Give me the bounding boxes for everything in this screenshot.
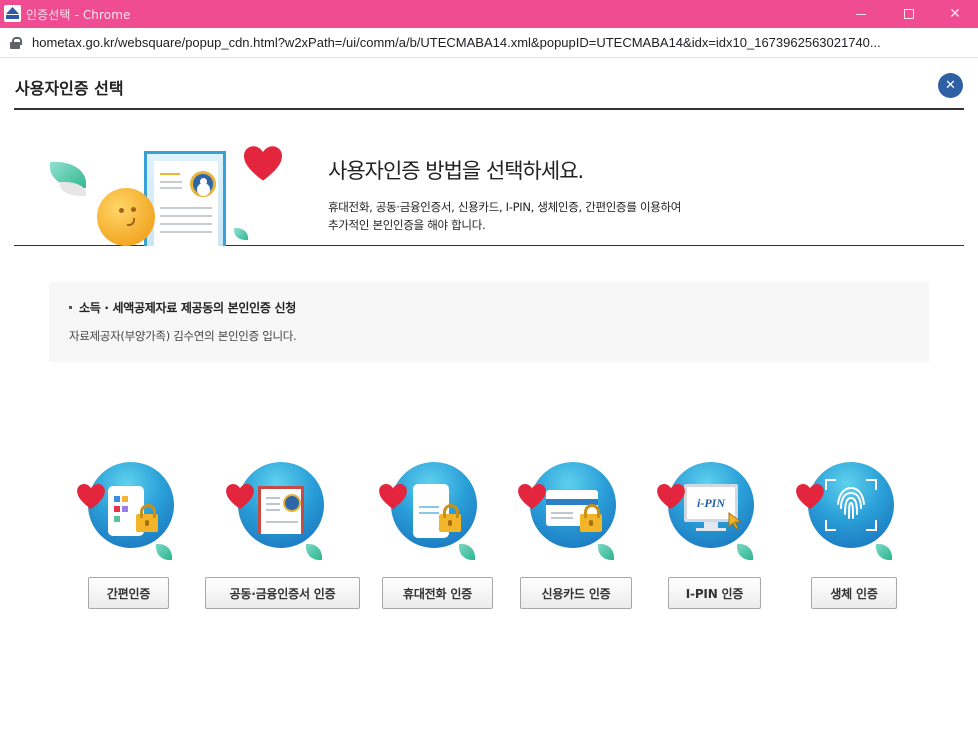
leaf-icon	[459, 544, 475, 560]
popup-title: 사용자인증 선택	[15, 79, 124, 98]
profile-photo-icon	[190, 171, 216, 197]
leaf-icon	[876, 544, 892, 560]
maximize-button[interactable]	[886, 0, 932, 28]
padlock-icon	[580, 504, 602, 532]
lock-icon[interactable]	[10, 37, 22, 49]
certificate-auth-button[interactable]: 공동·금융인증서 인증	[205, 577, 360, 609]
ipin-icon-text: i-PIN	[697, 495, 725, 510]
window-title: 인증선택 - Chrome	[26, 8, 131, 22]
banner-desc-line1: 휴대전화, 공동·금융인증서, 신용카드, I-PIN, 생체인증, 간편인증를…	[328, 200, 682, 214]
maximize-icon	[904, 9, 914, 19]
minimize-icon	[856, 13, 866, 15]
banner-description: 휴대전화, 공동·금융인증서, 신용카드, I-PIN, 생체인증, 간편인증를…	[328, 198, 681, 234]
leaf-icon	[306, 544, 322, 560]
window-titlebar: 인증선택 - Chrome ✕	[0, 0, 978, 28]
leaf-icon	[234, 228, 248, 240]
heart-icon	[657, 484, 685, 510]
leaf-icon	[156, 544, 172, 560]
banner-illustration	[50, 140, 290, 246]
cursor-icon	[728, 512, 742, 530]
banner-desc-line2: 추가적인 본인인증을 해야 합니다.	[328, 218, 486, 232]
credit-card-auth-button[interactable]: 신용카드 인증	[520, 577, 632, 609]
simple-auth-button[interactable]: 간편인증	[88, 577, 169, 609]
heart-icon	[244, 146, 282, 181]
minimize-button[interactable]	[838, 0, 884, 28]
ipin-auth-button[interactable]: I-PIN 인증	[668, 577, 761, 609]
banner: 사용자인증 방법을 선택하세요. 휴대전화, 공동·금융인증서, 신용카드, I…	[14, 110, 964, 246]
info-text: 자료제공자(부양가족) 김수연의 본인인증 입니다.	[69, 329, 297, 343]
info-title: 소득 · 세액공제자료 제공동의 본인인증 신청	[79, 301, 296, 315]
biometric-auth-button[interactable]: 생체 인증	[811, 577, 897, 609]
hometax-app-icon	[4, 5, 21, 22]
leaf-icon	[598, 544, 614, 560]
mobile-auth-button[interactable]: 휴대전화 인증	[382, 577, 493, 609]
heart-icon	[796, 484, 824, 510]
heart-icon	[379, 484, 407, 510]
info-box: 소득 · 세액공제자료 제공동의 본인인증 신청 자료제공자(부양가족) 김수연…	[49, 282, 929, 362]
address-bar[interactable]: hometax.go.kr/websquare/popup_cdn.html?w…	[0, 28, 978, 58]
document-icon	[144, 151, 226, 246]
leaf-icon	[737, 544, 753, 560]
smiley-face-icon	[97, 188, 155, 246]
url-text[interactable]: hometax.go.kr/websquare/popup_cdn.html?w…	[32, 35, 962, 50]
padlock-icon	[136, 504, 158, 532]
heart-icon	[518, 484, 546, 510]
padlock-icon	[439, 504, 461, 532]
popup-close-button[interactable]: ✕	[938, 73, 963, 98]
bullet-icon	[69, 306, 72, 309]
heart-icon	[77, 484, 105, 510]
banner-heading: 사용자인증 방법을 선택하세요.	[328, 159, 584, 183]
window-close-button[interactable]: ✕	[932, 0, 978, 28]
heart-icon	[226, 484, 254, 510]
